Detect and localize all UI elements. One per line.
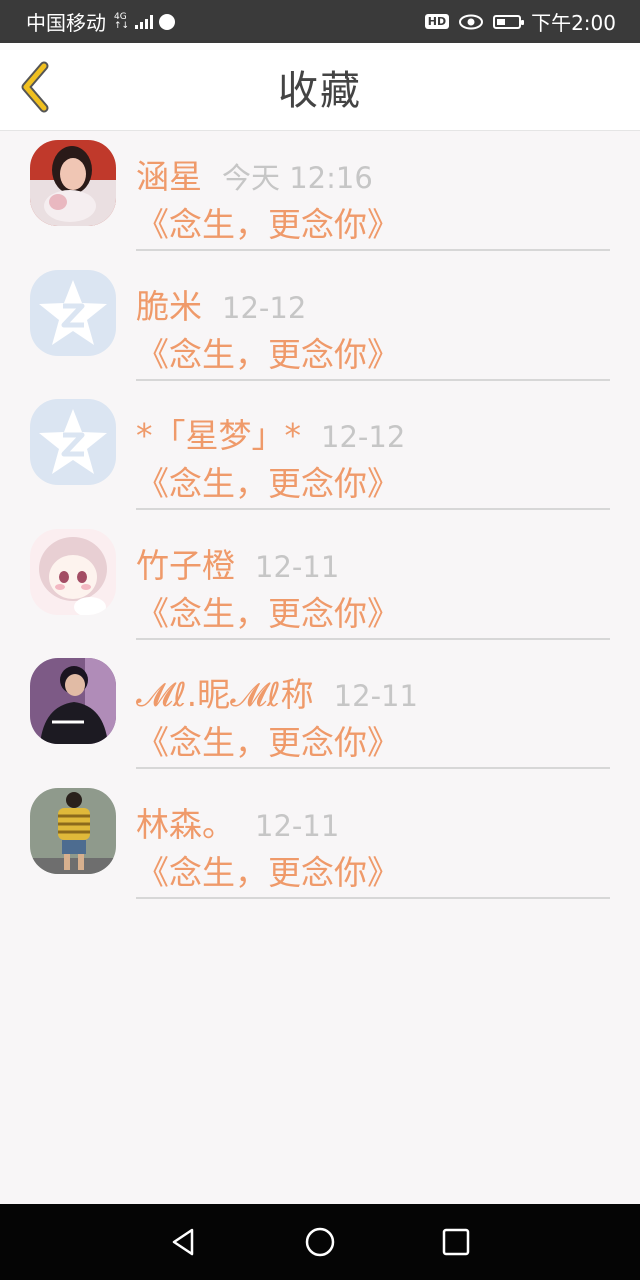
battery-icon <box>493 14 525 29</box>
list-item[interactable]: *「星梦」* 12-12 《念生，更念你》 <box>0 389 640 519</box>
carrier-name: 中国移动 <box>26 11 106 35</box>
divider <box>136 249 610 251</box>
item-time: 12-12 <box>321 420 406 454</box>
item-message: 《念生，更念你》 <box>136 593 400 633</box>
eye-icon <box>459 14 484 30</box>
avatar[interactable] <box>30 269 116 356</box>
item-name: 𝓜ℓ.昵𝓜ℓ称 <box>136 675 314 714</box>
chevron-left-icon <box>21 61 49 113</box>
hd-badge: HD <box>424 14 450 29</box>
list-item[interactable]: 竹子橙 12-11 《念生，更念你》 <box>0 519 640 649</box>
globe-icon <box>159 13 176 30</box>
qq-default-avatar-icon <box>30 269 116 356</box>
header-bar: 收藏 <box>0 43 640 131</box>
item-message: 《念生，更念你》 <box>136 334 400 374</box>
item-time: 12-11 <box>255 549 340 584</box>
favorites-list: 涵星 今天 12:16 《念生，更念你》 脆米 12-12 《念生，更念你》 *… <box>0 130 640 907</box>
avatar[interactable] <box>30 140 116 226</box>
signal-icon <box>135 14 154 29</box>
item-time: 12-11 <box>255 808 340 843</box>
status-time: 下午2:00 <box>531 11 616 35</box>
avatar[interactable] <box>30 787 116 874</box>
status-bar: 中国移动 4G ↑↓ HD 下午2:00 <box>0 0 640 43</box>
divider <box>136 896 610 899</box>
avatar[interactable] <box>30 658 116 744</box>
item-time: 12-12 <box>222 290 307 325</box>
divider <box>136 378 610 381</box>
status-bar-left: 中国移动 4G ↑↓ <box>0 7 176 36</box>
circle-home-icon[interactable] <box>304 1226 336 1258</box>
square-recent-icon[interactable] <box>440 1226 472 1258</box>
list-item[interactable]: 𝓜ℓ.昵𝓜ℓ称 12-11 《念生，更念你》 <box>0 648 640 778</box>
list-item[interactable]: 脆米 12-12 《念生，更念你》 <box>0 260 640 390</box>
item-name: 林森。 <box>136 804 235 844</box>
divider <box>136 767 610 769</box>
back-button[interactable] <box>14 61 62 113</box>
item-time: 今天 12:16 <box>222 161 373 195</box>
avatar[interactable] <box>30 528 116 615</box>
qq-default-avatar-icon <box>30 399 116 485</box>
list-item[interactable]: 涵星 今天 12:16 《念生，更念你》 <box>0 130 640 260</box>
page-title: 收藏 <box>278 67 362 114</box>
item-name: 竹子橙 <box>136 545 235 585</box>
list-item[interactable]: 林森。 12-11 《念生，更念你》 <box>0 778 640 908</box>
avatar[interactable] <box>30 399 116 485</box>
network-type: 4G ↑↓ <box>114 11 130 31</box>
divider <box>136 637 610 640</box>
item-name: *「星梦」* <box>136 416 301 455</box>
item-time: 12-11 <box>333 679 418 713</box>
triangle-back-icon[interactable] <box>168 1226 200 1258</box>
divider <box>136 508 610 510</box>
navigation-bar <box>0 1204 640 1280</box>
item-message: 《念生，更念你》 <box>136 723 400 762</box>
item-name: 涵星 <box>136 157 202 196</box>
item-name: 脆米 <box>136 286 202 326</box>
item-message: 《念生，更念你》 <box>136 205 400 244</box>
status-bar-right: HD 下午2:00 <box>424 7 640 36</box>
item-message: 《念生，更念你》 <box>136 464 400 503</box>
item-message: 《念生，更念你》 <box>136 852 400 892</box>
